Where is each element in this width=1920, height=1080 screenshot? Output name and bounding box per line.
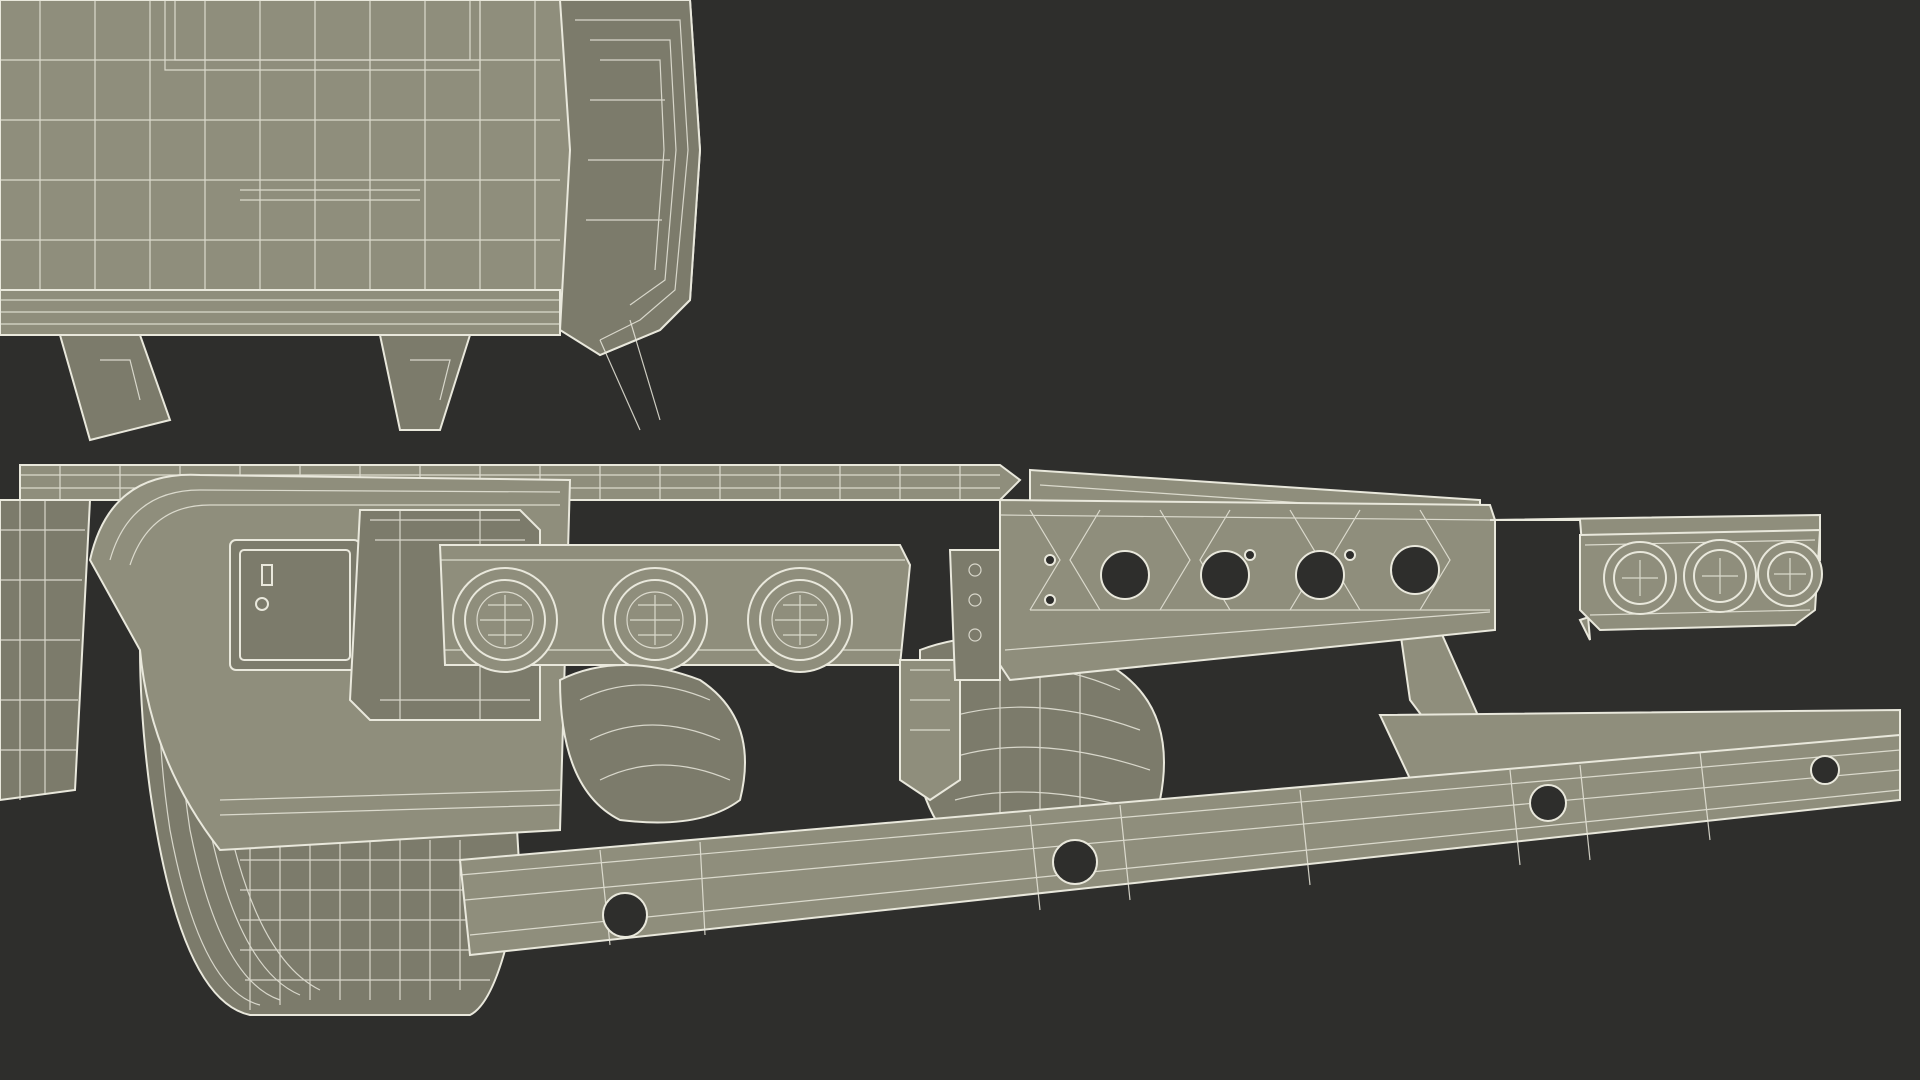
truck-wireframe-render [0,0,1920,1080]
left-tail-light-bar [438,544,912,673]
side-box [0,499,92,802]
